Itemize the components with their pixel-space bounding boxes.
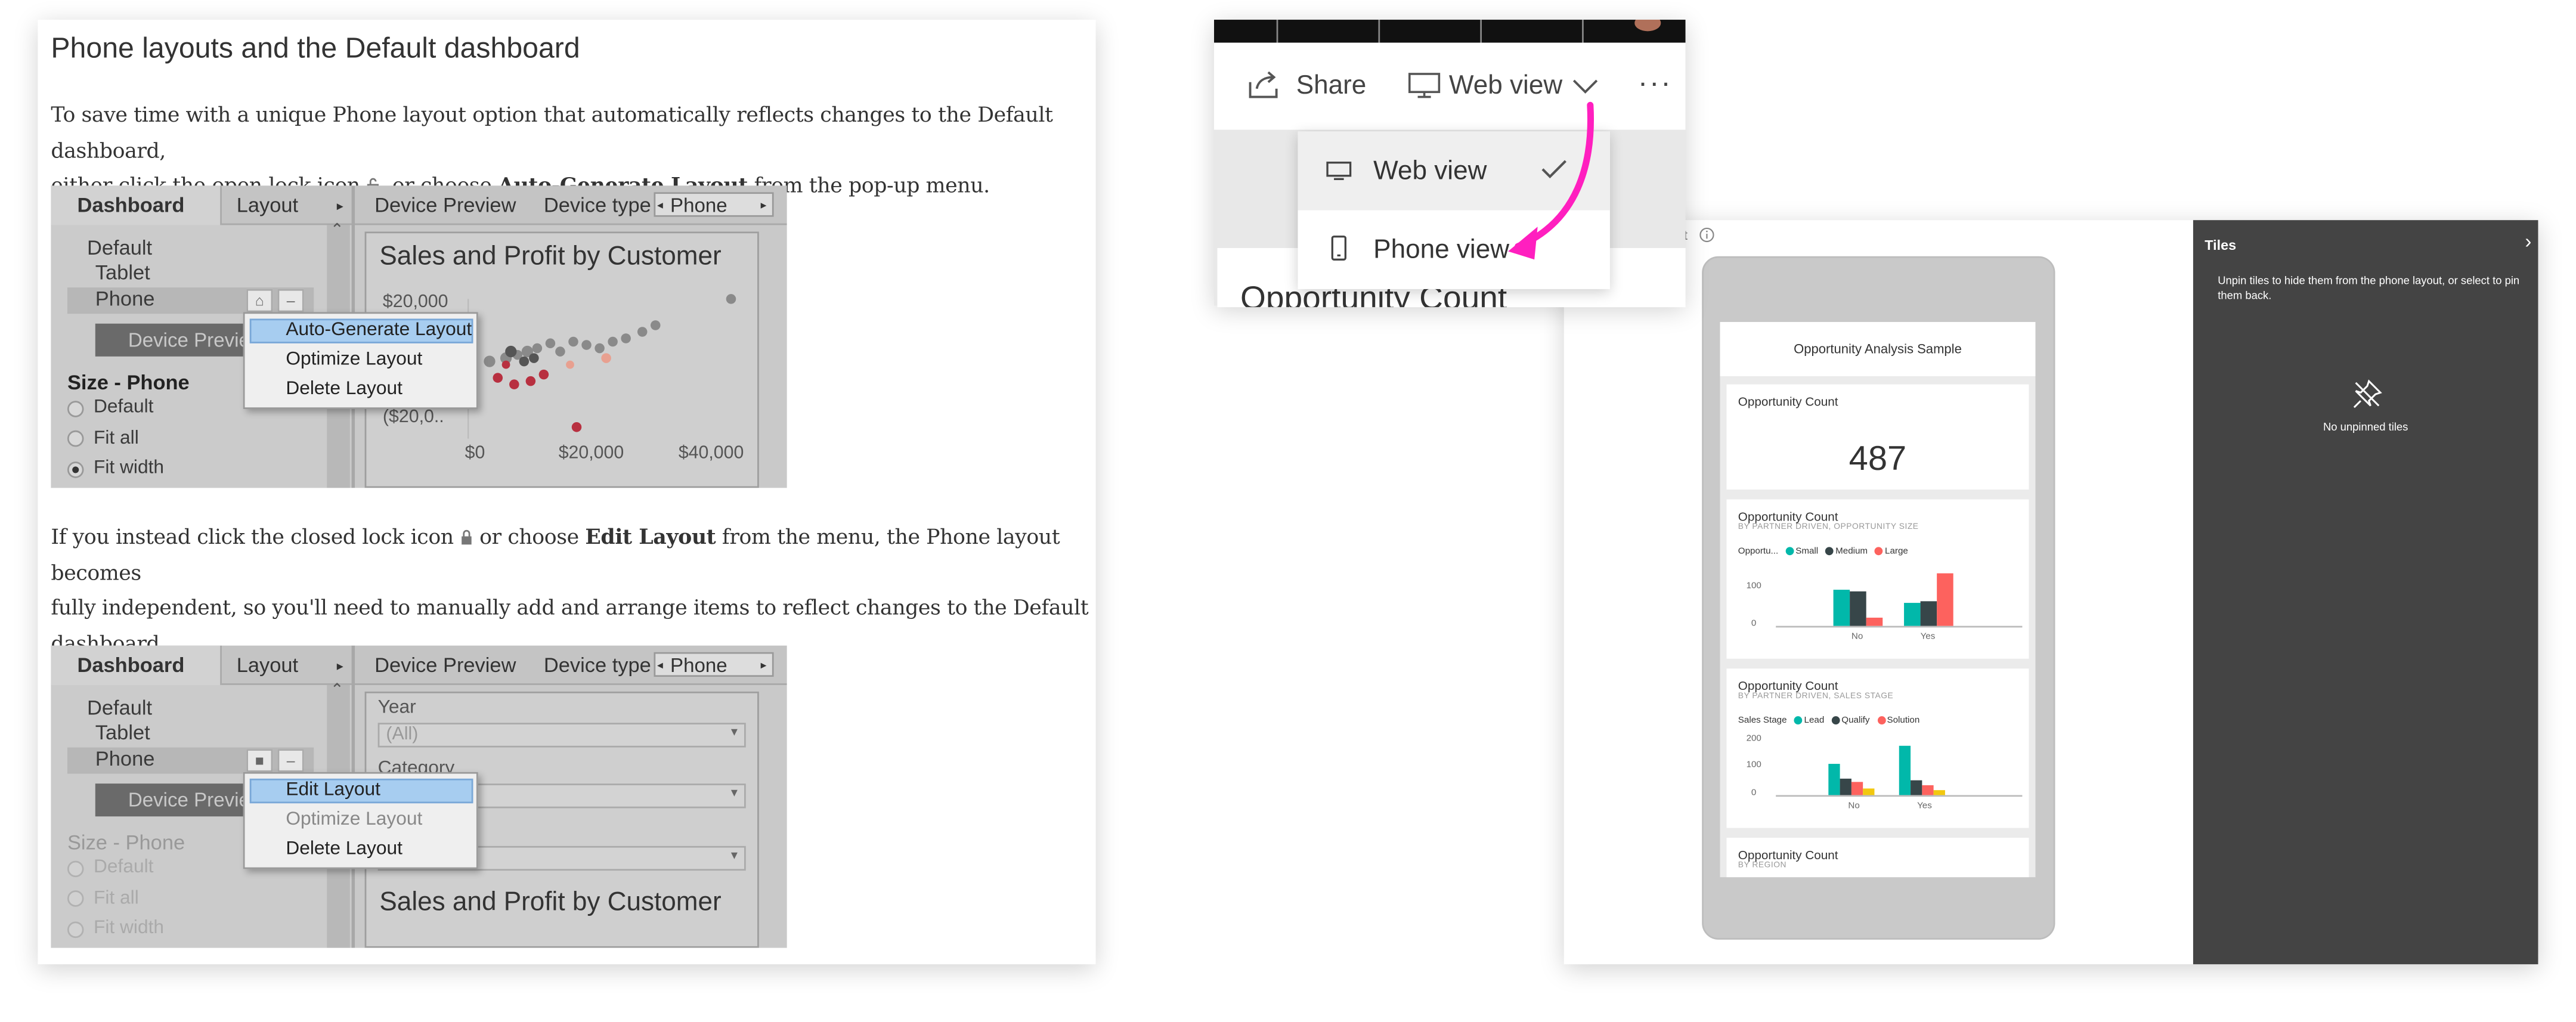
kpi-card-tile[interactable]: Opportunity Count 487 (1726, 384, 2029, 490)
radio-fit-width-selected[interactable] (67, 462, 84, 478)
tab-device-preview[interactable]: Device Preview (374, 194, 516, 217)
chart-title: Sales and Profit by Customer (379, 888, 722, 917)
para1-line1: To save time with a unique Phone layout … (51, 101, 1053, 162)
chart-tile-opportunity-size[interactable]: Opportunity Count BY PARTNER DRIVEN, OPP… (1726, 499, 2029, 659)
layout-item-tablet[interactable]: Tablet (95, 261, 150, 284)
chart2-legend: Sales Stage Lead Qualify Solution (1738, 716, 1920, 726)
layout-item-default[interactable]: Default (87, 237, 152, 260)
kpi-value: 487 (1849, 440, 1907, 478)
open-lock-icon[interactable]: ⌂ (246, 289, 273, 312)
minus-icon[interactable]: – (277, 289, 304, 312)
web-view-button[interactable]: Web view (1449, 72, 1562, 102)
device-type-dropdown[interactable]: Phone (654, 652, 774, 677)
edit-layout-bold: Edit Layout (585, 524, 716, 549)
phone-icon (1331, 236, 1346, 261)
chevron-right-icon[interactable]: › (2525, 230, 2531, 253)
menu-optimize-layout[interactable]: Optimize Layout (286, 350, 422, 370)
bar-yes-large[interactable] (1937, 573, 1953, 626)
phone-screen: Opportunity Analysis Sample Opportunity … (1720, 321, 2036, 878)
filter-year-dropdown[interactable]: (All) ▾ (377, 723, 746, 748)
tableau-screenshot-edit-layout: Dashboard Layout ▸ Device Preview Device… (51, 645, 787, 948)
tableau-screenshot-auto-generate: Dashboard Layout ▸ Device Preview Device… (51, 185, 787, 488)
dropdown-arrow-icon: ▾ (730, 724, 738, 739)
chart-tile-region[interactable]: Opportunity Count BY REGION (1726, 838, 2029, 878)
pink-arrow-annotation (1508, 101, 1594, 260)
device-type-label: Device type (543, 194, 651, 217)
dropdown-arrow-icon: ▾ (730, 847, 738, 863)
dropdown-arrow-icon: ▾ (730, 785, 738, 800)
minus-icon[interactable]: – (277, 749, 304, 772)
bar-no-solution[interactable] (1851, 782, 1863, 795)
closed-lock-icon (462, 529, 472, 545)
menu-delete-layout[interactable]: Delete Layout (286, 840, 402, 859)
menu-web-view-label[interactable]: Web view (1373, 157, 1487, 187)
unpin-icon (2353, 379, 2382, 408)
monitor-icon (1408, 73, 1441, 98)
monitor-icon (1326, 162, 1352, 180)
device-type-dropdown[interactable]: Phone (654, 192, 774, 217)
menu-edit-layout[interactable]: Edit Layout (286, 781, 380, 800)
size-label: Size - Phone (67, 831, 185, 854)
info-icon (1699, 227, 1714, 243)
menu-item-phone-view[interactable]: Phone view (1373, 237, 1509, 267)
radio-default[interactable] (67, 860, 84, 878)
paragraph-edit-layout: If you instead click the closed lock ico… (51, 524, 1089, 655)
tiles-pane: Tiles › Unpin tiles to hide them from th… (2193, 220, 2538, 965)
bar-yes-small[interactable] (1904, 603, 1921, 626)
bar-no-other[interactable] (1863, 788, 1875, 795)
bar-no-qualify[interactable] (1840, 778, 1852, 795)
radio-fit-all[interactable] (67, 430, 84, 447)
radio-default[interactable] (67, 401, 84, 417)
bar-yes-qualify[interactable] (1911, 780, 1922, 795)
section-heading: Phone layouts and the Default dashboard (51, 31, 580, 64)
bar-no-lead[interactable] (1828, 764, 1840, 795)
tab-device-preview[interactable]: Device Preview (374, 654, 516, 677)
closed-lock-icon[interactable]: ■ (246, 749, 273, 772)
layout-item-default[interactable]: Default (87, 696, 152, 720)
radio-fit-all[interactable] (67, 890, 84, 907)
tiles-pane-title: Tiles (2205, 236, 2237, 253)
share-button[interactable]: Share (1296, 72, 1367, 102)
layout-popup-menu: Edit Layout Optimize Layout Delete Layou… (243, 772, 478, 869)
tab-dashboard[interactable]: Dashboard (77, 654, 184, 677)
tab-layout[interactable]: Layout (237, 194, 298, 217)
tiles-pane-description: Unpin tiles to hide them from the phone … (2218, 275, 2520, 302)
layout-item-phone[interactable]: Phone (95, 287, 155, 311)
radio-fit-width[interactable] (67, 921, 84, 939)
menu-delete-layout[interactable]: Delete Layout (286, 379, 402, 399)
dropdown-right-arrow-icon[interactable]: ▸ (761, 199, 767, 212)
bar-yes-lead[interactable] (1899, 745, 1911, 795)
tab-arrow-icon: ▸ (336, 658, 343, 674)
dropdown-left-arrow-icon[interactable]: ◂ (657, 199, 663, 212)
tab-layout[interactable]: Layout (237, 654, 298, 677)
layout-item-phone[interactable]: Phone (95, 748, 155, 771)
size-label: Size - Phone (67, 371, 190, 395)
dropdown-right-arrow-icon[interactable]: ▸ (761, 659, 767, 672)
menu-auto-generate-layout[interactable]: Auto-Generate Layout (286, 320, 472, 340)
more-options-icon[interactable]: ··· (1638, 66, 1673, 100)
bar-yes-solution[interactable] (1922, 785, 1934, 795)
bar-yes-medium[interactable] (1920, 601, 1937, 626)
bar-no-medium[interactable] (1850, 591, 1866, 626)
layout-popup-menu: Auto-Generate Layout Optimize Layout Del… (243, 312, 478, 409)
tab-arrow-icon: ▸ (336, 199, 343, 214)
device-type-label: Device type (543, 654, 651, 677)
chart1-legend: Opportu... Small Medium Large (1738, 547, 1908, 557)
report-title-tile[interactable]: Opportunity Analysis Sample (1720, 321, 2036, 376)
dropdown-left-arrow-icon[interactable]: ◂ (657, 659, 663, 672)
bar-no-large[interactable] (1866, 617, 1883, 626)
filter-year-label: Year (377, 698, 416, 718)
bar-no-small[interactable] (1833, 590, 1850, 626)
share-icon[interactable] (1247, 70, 1283, 100)
chart-tile-sales-stage[interactable]: Opportunity Count BY PARTNER DRIVEN, SAL… (1726, 668, 2029, 828)
tab-dashboard[interactable]: Dashboard (77, 194, 184, 217)
menu-optimize-layout[interactable]: Optimize Layout (286, 810, 422, 829)
layout-item-tablet[interactable]: Tablet (95, 721, 150, 744)
bar-yes-other[interactable] (1933, 790, 1945, 795)
chevron-down-icon[interactable] (1572, 79, 1599, 95)
no-unpinned-tiles: No unpinned tiles (2323, 422, 2408, 434)
